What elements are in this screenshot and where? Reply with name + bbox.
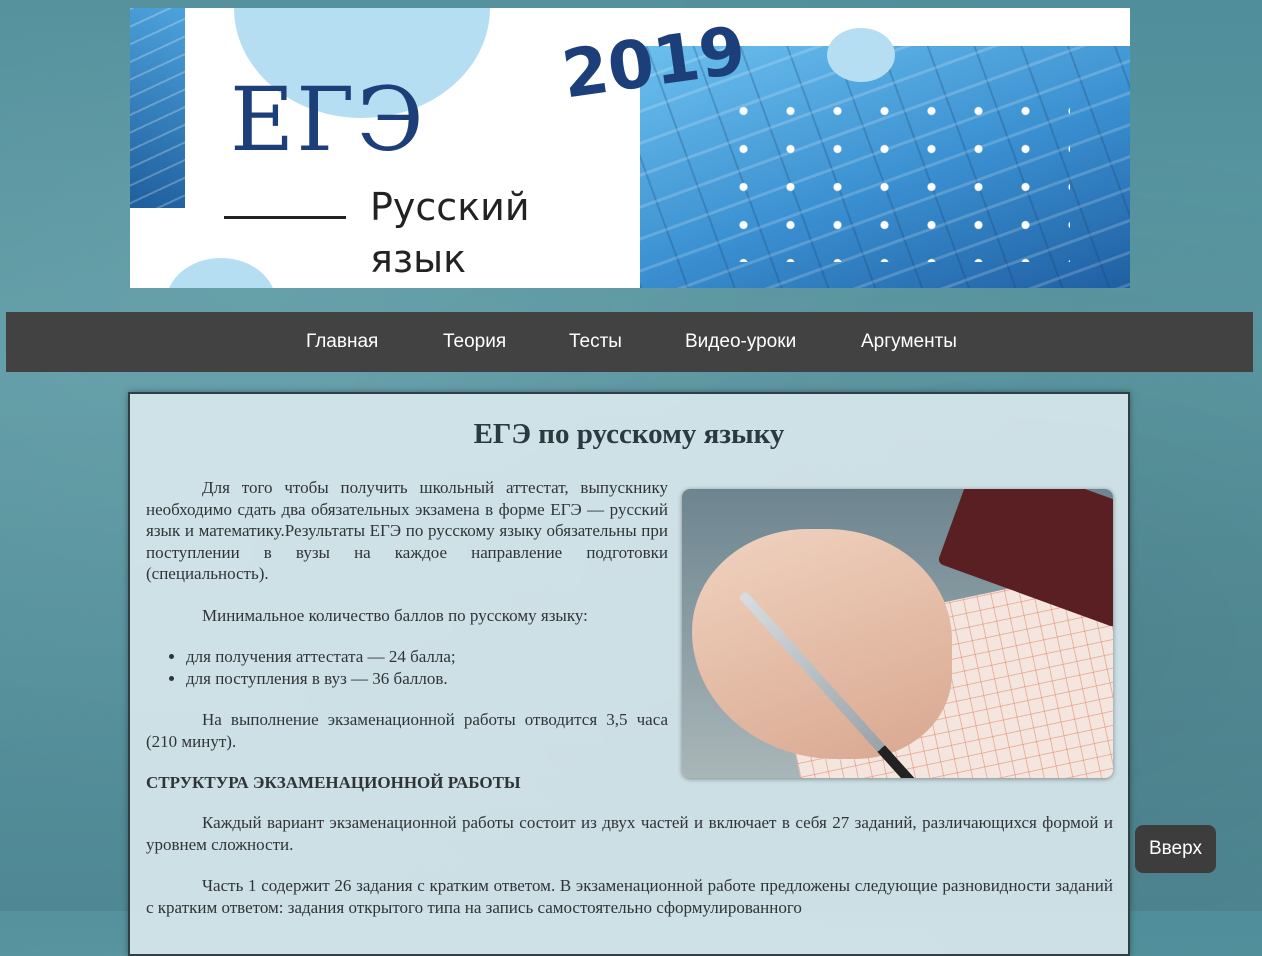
exam-photo [682, 489, 1113, 778]
list-item: для получения аттестата — 24 балла; [186, 646, 666, 668]
content-panel: ЕГЭ по русскому языку Для того чтобы пол… [128, 392, 1130, 956]
nav-item-arguments[interactable]: Аргументы [861, 312, 957, 372]
min-scores-paragraph: Минимальное количество баллов по русском… [202, 606, 588, 625]
part1-paragraph: Часть 1 содержит 26 задания с кратким от… [146, 876, 1113, 917]
banner-decor-circle [166, 258, 276, 288]
structure-paragraph: Каждый вариант экзаменационной работы со… [146, 813, 1113, 854]
list-item: для поступления в вуз — 36 баллов. [186, 668, 666, 690]
min-scores-list: для получения аттестата — 24 балла; для … [146, 646, 666, 689]
structure-heading: СТРУКТУРА ЭКЗАМЕНАЦИОННОЙ РАБОТЫ [146, 773, 521, 792]
header-banner: ЕГЭ 2019 Русский язык [130, 8, 1130, 288]
duration-paragraph: На выполнение экзаменационной работы отв… [146, 710, 668, 751]
intro-paragraph: Для того чтобы получить школьный аттеста… [146, 478, 668, 583]
nav-item-video-lessons[interactable]: Видео-уроки [685, 312, 796, 372]
banner-title: ЕГЭ [230, 68, 426, 171]
banner-building-image [130, 8, 185, 208]
hand-image [692, 529, 952, 759]
banner-divider [224, 216, 346, 219]
banner-subject: язык [370, 237, 467, 281]
banner-dot-pattern [720, 92, 1070, 262]
banner-subject: Русский [370, 185, 530, 229]
back-to-top-button[interactable]: Вверх [1135, 825, 1216, 873]
nav-item-home[interactable]: Главная [306, 312, 378, 372]
nav-item-theory[interactable]: Теория [443, 312, 506, 372]
page-title: ЕГЭ по русскому языку [473, 418, 785, 450]
main-nav: Главная Теория Тесты Видео-уроки Аргумен… [6, 312, 1253, 372]
banner-decor-circle [827, 28, 895, 82]
nav-item-tests[interactable]: Тесты [569, 312, 622, 372]
